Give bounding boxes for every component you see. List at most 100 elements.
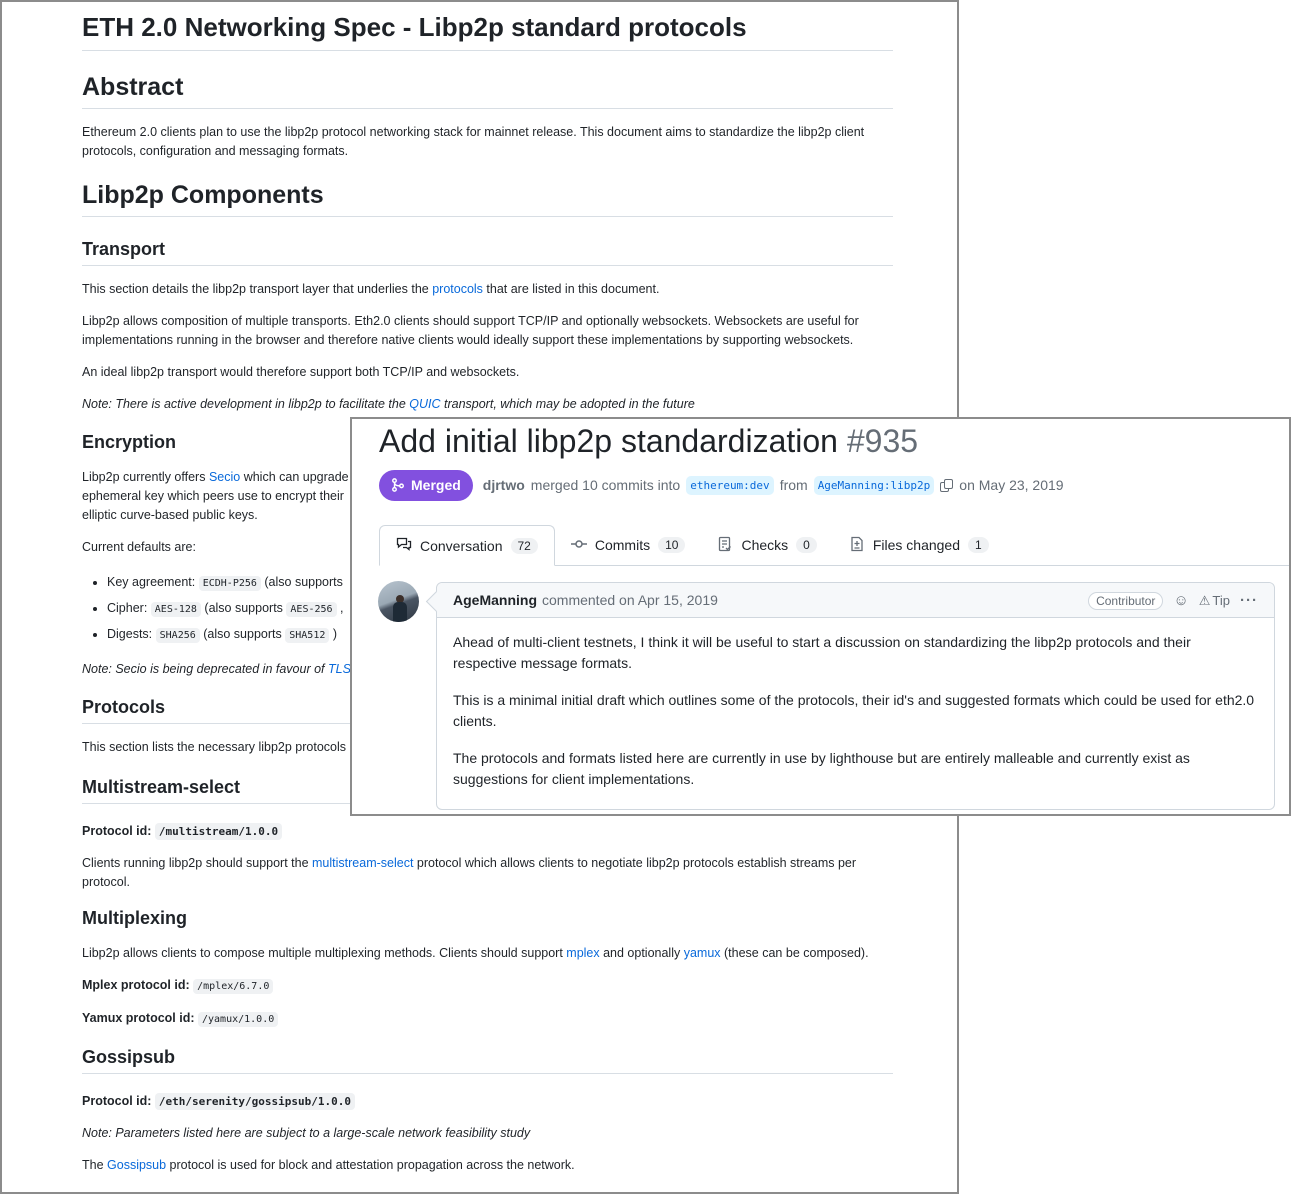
pull-request-panel: Add initial libp2p standardization #935 …: [350, 417, 1291, 816]
multistream-protocol-id: Protocol id: /multistream/1.0.0: [82, 822, 893, 841]
pr-title: Add initial libp2p standardization #935: [379, 423, 918, 460]
gossipsub-protocol-id: Protocol id: /eth/serenity/gossipsub/1.0…: [82, 1092, 893, 1111]
tab-count: 72: [510, 537, 538, 554]
tab-count: 0: [796, 537, 817, 553]
text-span: (also supports: [199, 627, 286, 641]
base-branch[interactable]: ethereum:dev: [686, 475, 774, 495]
text-span: Libp2p allows clients to compose multipl…: [82, 946, 567, 960]
text-span: The: [82, 1158, 108, 1172]
pr-number: #935: [846, 423, 919, 459]
contributor-badge: Contributor: [1088, 591, 1164, 610]
multistream-paragraph: Clients running libp2p should support th…: [82, 854, 893, 892]
text-span: which can upgrade: [240, 470, 349, 484]
text-span: Clients running libp2p should support th…: [82, 856, 313, 870]
merger-link[interactable]: djrtwo: [483, 477, 525, 493]
git-commit-icon: [570, 536, 587, 555]
tab-label: Checks: [741, 537, 789, 553]
kebab-menu-icon[interactable]: ···: [1240, 592, 1258, 609]
multistream-select-link[interactable]: multistream-select: [312, 856, 413, 870]
inline-code: /yamux/1.0.0: [198, 1012, 279, 1027]
comment-author-link[interactable]: AgeManning: [453, 592, 537, 608]
checklist-icon: [717, 536, 733, 555]
text-span: Mplex protocol id:: [82, 978, 194, 992]
text-span: and optionally: [599, 946, 684, 960]
quic-link[interactable]: QUIC: [409, 397, 440, 411]
multiplexing-heading: Multiplexing: [82, 908, 187, 928]
comment-discussion-icon: [396, 536, 412, 555]
pr-title-text: Add initial libp2p standardization: [379, 423, 838, 459]
abstract-text: Ethereum 2.0 clients plan to use the lib…: [82, 125, 865, 158]
protocols-link[interactable]: protocols: [432, 282, 483, 296]
comment-paragraph: This is a minimal initial draft which ou…: [453, 692, 1255, 729]
text-span: (also supports: [260, 575, 343, 589]
text-span: ephemeral key which peers use to encrypt…: [82, 489, 344, 503]
tab-count: 10: [658, 537, 686, 553]
tab-conversation[interactable]: Conversation 72: [379, 525, 555, 566]
mplex-link[interactable]: mplex: [566, 946, 599, 960]
tab-files-changed[interactable]: Files changed 1: [833, 525, 1005, 565]
pr-meta: Merged djrtwo merged 10 commits into eth…: [379, 469, 1064, 501]
comment-paragraph: Ahead of multi-client testnets, I think …: [453, 634, 1191, 671]
from-text: from: [779, 477, 808, 493]
abstract-heading: Abstract: [82, 73, 893, 109]
inline-code: /mplex/6.7.0: [193, 979, 274, 994]
comment-header: AgeManning commented on Apr 15, 2019 Con…: [437, 583, 1274, 618]
tab-label: Conversation: [420, 537, 503, 554]
yamux-protocol-id: Yamux protocol id: /yamux/1.0.0: [82, 1009, 893, 1029]
text-span: (also supports: [200, 601, 287, 615]
text-span: ): [329, 627, 337, 641]
git-merge-icon: [392, 478, 404, 492]
comment-timestamp[interactable]: commented on Apr 15, 2019: [542, 592, 718, 608]
text-span: Protocol id:: [82, 824, 155, 838]
merge-date: on May 23, 2019: [959, 477, 1064, 493]
gossipsub-note: Note: Parameters listed here are subject…: [82, 1124, 893, 1143]
transport-paragraph-3: An ideal libp2p transport would therefor…: [82, 365, 520, 379]
inline-code: AES-256: [286, 602, 337, 617]
gossipsub-paragraph: The Gossipsub protocol is used for block…: [82, 1156, 893, 1175]
tab-label: Commits: [594, 537, 651, 553]
smiley-icon[interactable]: ☺: [1173, 592, 1188, 609]
tab-label: Files changed: [872, 537, 960, 553]
file-diff-icon: [849, 536, 865, 555]
text-span: Cipher:: [107, 601, 151, 615]
comment-box: AgeManning commented on Apr 15, 2019 Con…: [436, 582, 1275, 810]
mplex-protocol-id: Mplex protocol id: /mplex/6.7.0: [82, 976, 893, 996]
inline-code: ECDH-P256: [198, 576, 261, 591]
merged-status-badge: Merged: [379, 469, 473, 501]
transport-heading: Transport: [82, 239, 893, 266]
gossipsub-link[interactable]: Gossipsub: [107, 1158, 166, 1172]
alert-icon: ⚠: [1198, 592, 1211, 608]
transport-note: Note: There is active development in lib…: [82, 395, 893, 414]
copy-icon[interactable]: [940, 478, 954, 492]
tab-checks[interactable]: Checks 0: [701, 525, 832, 565]
text-span: Key agreement:: [107, 575, 199, 589]
tip-label: Tip: [1212, 593, 1230, 608]
yamux-link[interactable]: yamux: [684, 946, 721, 960]
inline-code: SHA256: [155, 628, 200, 643]
transport-paragraph-1: This section details the libp2p transpor…: [82, 280, 893, 299]
text-span: Note: Secio is being deprecated in favou…: [82, 662, 328, 676]
components-heading: Libp2p Components: [82, 181, 893, 217]
text-span: ,: [336, 601, 344, 615]
pr-tabs: Conversation 72 Commits 10 Checks 0 File…: [379, 525, 1289, 566]
comment-body: Ahead of multi-client testnets, I think …: [437, 618, 1274, 790]
text-span: Yamux protocol id:: [82, 1011, 198, 1025]
tip-button[interactable]: ⚠ Tip: [1199, 593, 1230, 609]
inline-code: AES-128: [150, 602, 201, 617]
merged-status-label: Merged: [411, 477, 461, 493]
secio-link[interactable]: Secio: [209, 470, 240, 484]
head-branch[interactable]: AgeManning:libp2p: [813, 475, 935, 495]
comment-header-actions: Contributor ☺ ⚠ Tip ···: [1088, 583, 1258, 618]
multiplexing-paragraph: Libp2p allows clients to compose multipl…: [82, 944, 893, 963]
avatar[interactable]: [378, 581, 419, 622]
text-span: Libp2p currently offers: [82, 470, 209, 484]
comment-paragraph: The protocols and formats listed here ar…: [453, 750, 1190, 787]
text-span: Digests:: [107, 627, 156, 641]
tab-commits[interactable]: Commits 10: [555, 525, 702, 565]
avatar-figure-body: [393, 602, 407, 622]
text-span: Protocol id:: [82, 1094, 155, 1108]
text-span: (these can be composed).: [720, 946, 869, 960]
inline-code: /multistream/1.0.0: [154, 823, 283, 840]
inline-code: SHA512: [285, 628, 330, 643]
tab-count: 1: [968, 537, 989, 553]
